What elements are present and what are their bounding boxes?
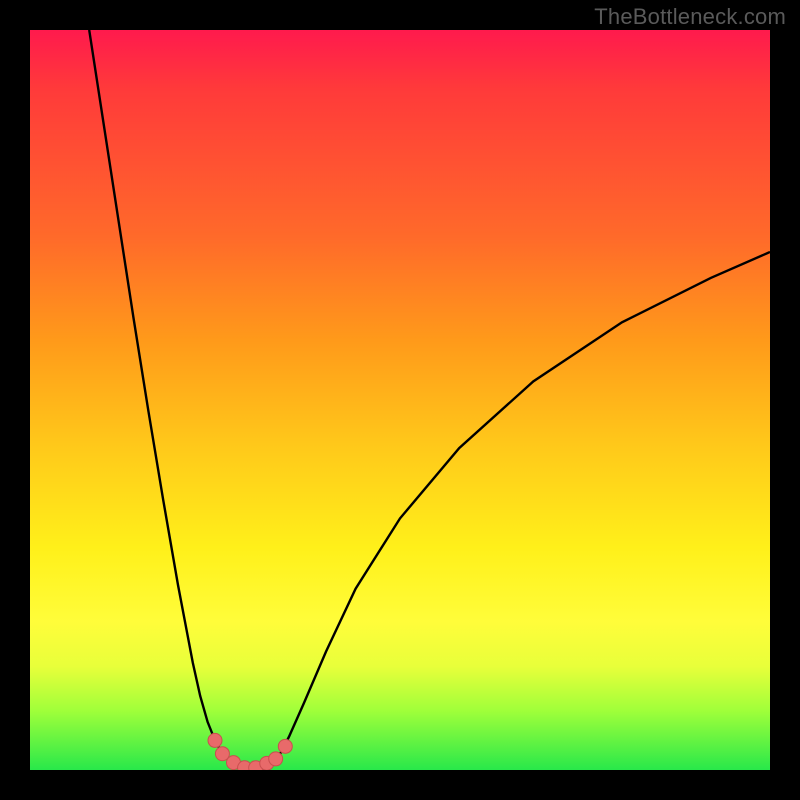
watermark-text: TheBottleneck.com	[594, 4, 786, 30]
curve-right-branch	[274, 252, 770, 761]
chart-frame: TheBottleneck.com	[0, 0, 800, 800]
trough-marker	[278, 739, 292, 753]
curve-left-branch	[89, 30, 230, 761]
plot-area	[30, 30, 770, 770]
trough-marker	[269, 752, 283, 766]
trough-marker	[208, 733, 222, 747]
curve-layer	[30, 30, 770, 770]
trough-markers	[208, 733, 292, 770]
